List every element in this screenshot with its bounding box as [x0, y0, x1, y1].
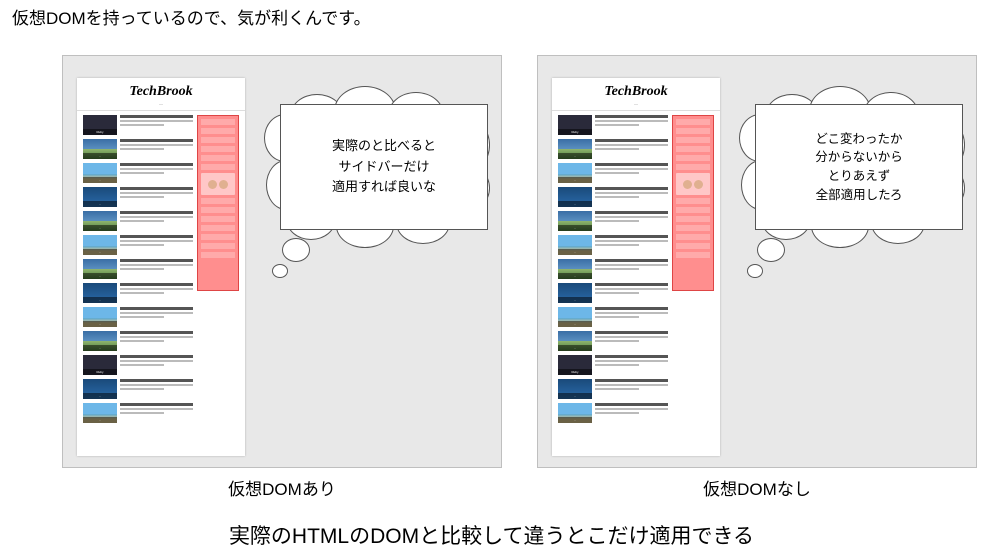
caption-without-vdom: 仮想DOMなし — [537, 475, 977, 500]
bubble-line: サイドバーだけ — [338, 157, 429, 178]
sidebar-highlighted — [672, 115, 714, 427]
main-column: Ruby - - - - - - - - - Ruby - - — [83, 115, 193, 427]
bubble-line: どこ変わったか — [815, 130, 902, 149]
site-tagline: ― — [77, 101, 245, 111]
bubble-line: とりあえず — [828, 167, 891, 186]
main-column: Ruby - - - - - - - - - Ruby - - — [558, 115, 668, 427]
mock-website-right: TechBrook ― Ruby - - - - - - - - - Ruby … — [552, 78, 720, 456]
site-logo: TechBrook — [77, 78, 245, 101]
mock-website-left: TechBrook ― Ruby - - - - - - - - - Ruby … — [77, 78, 245, 456]
site-logo: TechBrook — [552, 78, 720, 101]
bubble-line: 全部適用したろ — [816, 186, 903, 205]
sidebar-highlighted — [197, 115, 239, 427]
bubble-line: 実際のと比べると — [332, 136, 436, 157]
panel-without-vdom: TechBrook ― Ruby - - - - - - - - - Ruby … — [537, 55, 977, 468]
thought-bubble-left: 実際のと比べると サイドバーだけ 適用すれば良いな — [268, 104, 488, 272]
bubble-line: 適用すれば良いな — [332, 177, 436, 198]
caption-with-vdom: 仮想DOMあり — [62, 475, 502, 500]
headline-text: 仮想DOMを持っているので、気が利くんです。 — [12, 4, 371, 29]
thought-bubble-right: どこ変わったか 分からないから とりあえず 全部適用したろ — [743, 104, 963, 272]
panel-with-vdom: TechBrook ― Ruby - - - - - - - - - Ruby … — [62, 55, 502, 468]
bubble-line: 分からないから — [815, 148, 903, 167]
site-tagline: ― — [552, 101, 720, 111]
summary-text: 実際のHTMLのDOMと比較して違うとこだけ適用できる — [0, 520, 983, 550]
